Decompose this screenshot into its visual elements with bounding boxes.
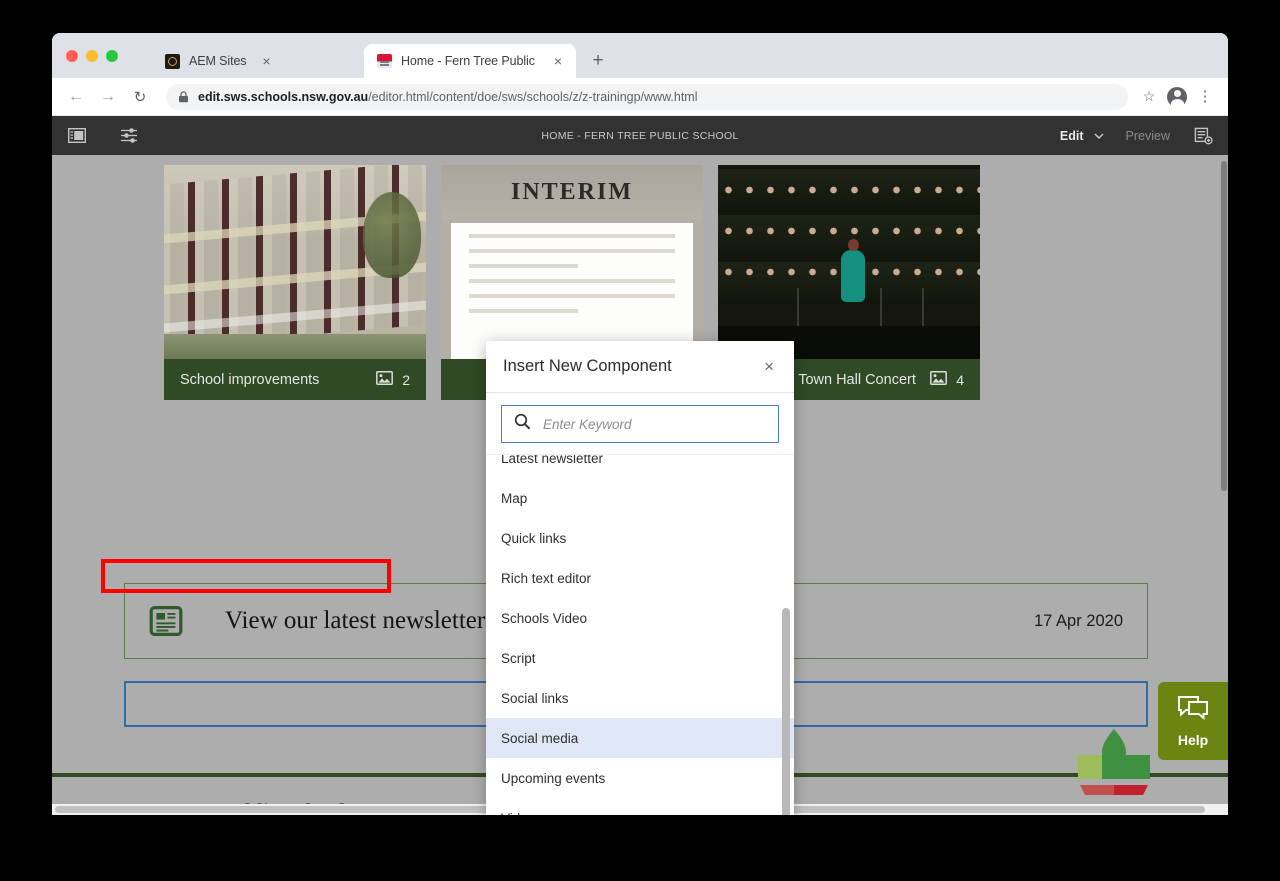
card-image-count: 2 bbox=[376, 371, 410, 388]
list-item-upcoming-events[interactable]: Upcoming events bbox=[486, 758, 794, 798]
list-item-quick-links[interactable]: Quick links bbox=[486, 518, 794, 558]
close-window-button[interactable] bbox=[66, 50, 78, 62]
help-label: Help bbox=[1177, 731, 1209, 748]
card-caption: School improvements 2 bbox=[164, 359, 426, 400]
close-tab-button[interactable]: × bbox=[550, 53, 566, 69]
forward-button[interactable]: → bbox=[94, 83, 122, 111]
browser-menu-icon[interactable]: ⋮ bbox=[1192, 84, 1218, 110]
image-count-value: 4 bbox=[956, 371, 964, 388]
browser-tab-aem-sites[interactable]: AEM Sites × bbox=[152, 44, 364, 78]
image-count-value: 2 bbox=[402, 371, 410, 388]
card-image-count: 4 bbox=[930, 371, 964, 388]
browser-tab-strip: AEM Sites × Home - Fern Tree Public Scho… bbox=[52, 33, 1228, 78]
browser-toolbar: ← → ↻ edit.sws.schools.nsw.gov.au/editor… bbox=[52, 78, 1228, 116]
list-item-script[interactable]: Script bbox=[486, 638, 794, 678]
card-title: School improvements bbox=[180, 371, 320, 388]
new-tab-button[interactable]: + bbox=[584, 47, 612, 75]
aem-favicon bbox=[164, 53, 180, 69]
list-item-label: Schools Video bbox=[501, 610, 588, 626]
reload-button[interactable]: ↻ bbox=[126, 83, 154, 111]
document-overlay-text: INTERIM bbox=[510, 178, 633, 205]
list-item-label: Map bbox=[501, 490, 528, 506]
newsletter-icon bbox=[149, 604, 183, 638]
list-scrollbar[interactable] bbox=[782, 455, 790, 815]
list-item-label: Social links bbox=[501, 690, 569, 706]
school-leaf-logo bbox=[1066, 725, 1162, 805]
scrollbar-thumb[interactable] bbox=[782, 608, 790, 815]
component-list-items: Latest newsletter Map Quick links Rich t… bbox=[486, 454, 794, 816]
list-item-label: Quick links bbox=[501, 530, 567, 546]
speech-bubble-icon bbox=[1177, 695, 1209, 727]
component-list[interactable]: Latest newsletter Map Quick links Rich t… bbox=[486, 454, 794, 815]
preview-button[interactable]: Preview bbox=[1126, 129, 1170, 143]
minimize-window-button[interactable] bbox=[86, 50, 98, 62]
tab-title: AEM Sites bbox=[189, 54, 247, 68]
list-item-map[interactable]: Map bbox=[486, 478, 794, 518]
insert-new-component-dialog: Insert New Component × Latest newsle bbox=[486, 341, 794, 815]
url-path: /editor.html/content/doe/sws/schools/z/z… bbox=[368, 89, 698, 104]
page-title: HOME - FERN TREE PUBLIC SCHOOL bbox=[541, 129, 739, 142]
interim-document-photo: INTERIM bbox=[441, 165, 703, 359]
lock-icon bbox=[178, 90, 189, 103]
list-item-social-links[interactable]: Social links bbox=[486, 678, 794, 718]
edit-mode-label: Edit bbox=[1059, 128, 1084, 143]
dialog-title: Insert New Component bbox=[503, 357, 672, 375]
window-traffic-lights bbox=[66, 50, 118, 62]
dialog-search-row bbox=[486, 393, 794, 454]
tab-title: Home - Fern Tree Public Schoo bbox=[401, 54, 538, 68]
image-icon bbox=[376, 371, 394, 388]
toolbar-right-group: Edit Preview bbox=[1060, 125, 1214, 147]
page-information-icon[interactable] bbox=[1192, 125, 1214, 147]
list-item-video[interactable]: Video bbox=[486, 798, 794, 816]
page-vertical-scrollbar[interactable] bbox=[1220, 155, 1228, 815]
list-item-latest-newsletter[interactable]: Latest newsletter bbox=[486, 454, 794, 478]
help-button[interactable]: Help bbox=[1158, 682, 1228, 760]
scrollbar-thumb[interactable] bbox=[1221, 161, 1227, 491]
list-item-label: Upcoming events bbox=[501, 770, 606, 786]
list-item-social-media[interactable]: Social media bbox=[486, 718, 794, 758]
search-icon bbox=[514, 413, 531, 435]
search-input[interactable] bbox=[543, 416, 766, 432]
card-school-improvements[interactable]: School improvements 2 bbox=[164, 165, 426, 400]
url-text: edit.sws.schools.nsw.gov.au/editor.html/… bbox=[198, 90, 698, 104]
image-icon bbox=[930, 371, 948, 388]
dialog-header: Insert New Component × bbox=[486, 341, 794, 393]
page-canvas: School improvements 2 INTERIM Arts Alive… bbox=[52, 155, 1228, 815]
chevron-down-icon bbox=[1094, 131, 1104, 141]
school-building-photo bbox=[164, 165, 426, 359]
list-item-label: Video bbox=[501, 811, 535, 816]
profile-avatar-icon[interactable] bbox=[1164, 84, 1190, 110]
list-item-label: Latest newsletter bbox=[501, 454, 604, 466]
list-item-label: Social media bbox=[501, 730, 579, 746]
close-icon[interactable]: × bbox=[761, 356, 777, 377]
edit-mode-selector[interactable]: Edit bbox=[1060, 129, 1104, 143]
bookmark-star-icon[interactable]: ☆ bbox=[1136, 84, 1162, 110]
list-item-schools-video[interactable]: Schools Video bbox=[486, 598, 794, 638]
search-box[interactable] bbox=[501, 405, 779, 443]
maximize-window-button[interactable] bbox=[106, 50, 118, 62]
newsletter-title: View our latest newsletter bbox=[225, 607, 486, 634]
browser-tab-fern-tree-home[interactable]: Home - Fern Tree Public Schoo × bbox=[364, 44, 576, 78]
back-button[interactable]: ← bbox=[62, 83, 90, 111]
browser-window: AEM Sites × Home - Fern Tree Public Scho… bbox=[52, 33, 1228, 815]
url-host: edit.sws.schools.nsw.gov.au bbox=[198, 89, 369, 104]
page-properties-icon[interactable] bbox=[118, 125, 140, 147]
toolbar-left-group bbox=[66, 125, 140, 147]
list-item-rich-text-editor[interactable]: Rich text editor bbox=[486, 558, 794, 598]
nsw-favicon bbox=[376, 53, 392, 69]
address-bar[interactable]: edit.sws.schools.nsw.gov.au/editor.html/… bbox=[166, 83, 1128, 110]
newsletter-date: 17 Apr 2020 bbox=[1034, 611, 1123, 630]
close-tab-button[interactable]: × bbox=[258, 53, 274, 69]
list-item-label: Script bbox=[501, 650, 536, 666]
aem-editor-toolbar: HOME - FERN TREE PUBLIC SCHOOL Edit Prev… bbox=[52, 116, 1228, 155]
list-item-label: Rich text editor bbox=[501, 570, 592, 586]
choir-concert-photo bbox=[718, 165, 980, 359]
side-panel-toggle-icon[interactable] bbox=[66, 125, 88, 147]
